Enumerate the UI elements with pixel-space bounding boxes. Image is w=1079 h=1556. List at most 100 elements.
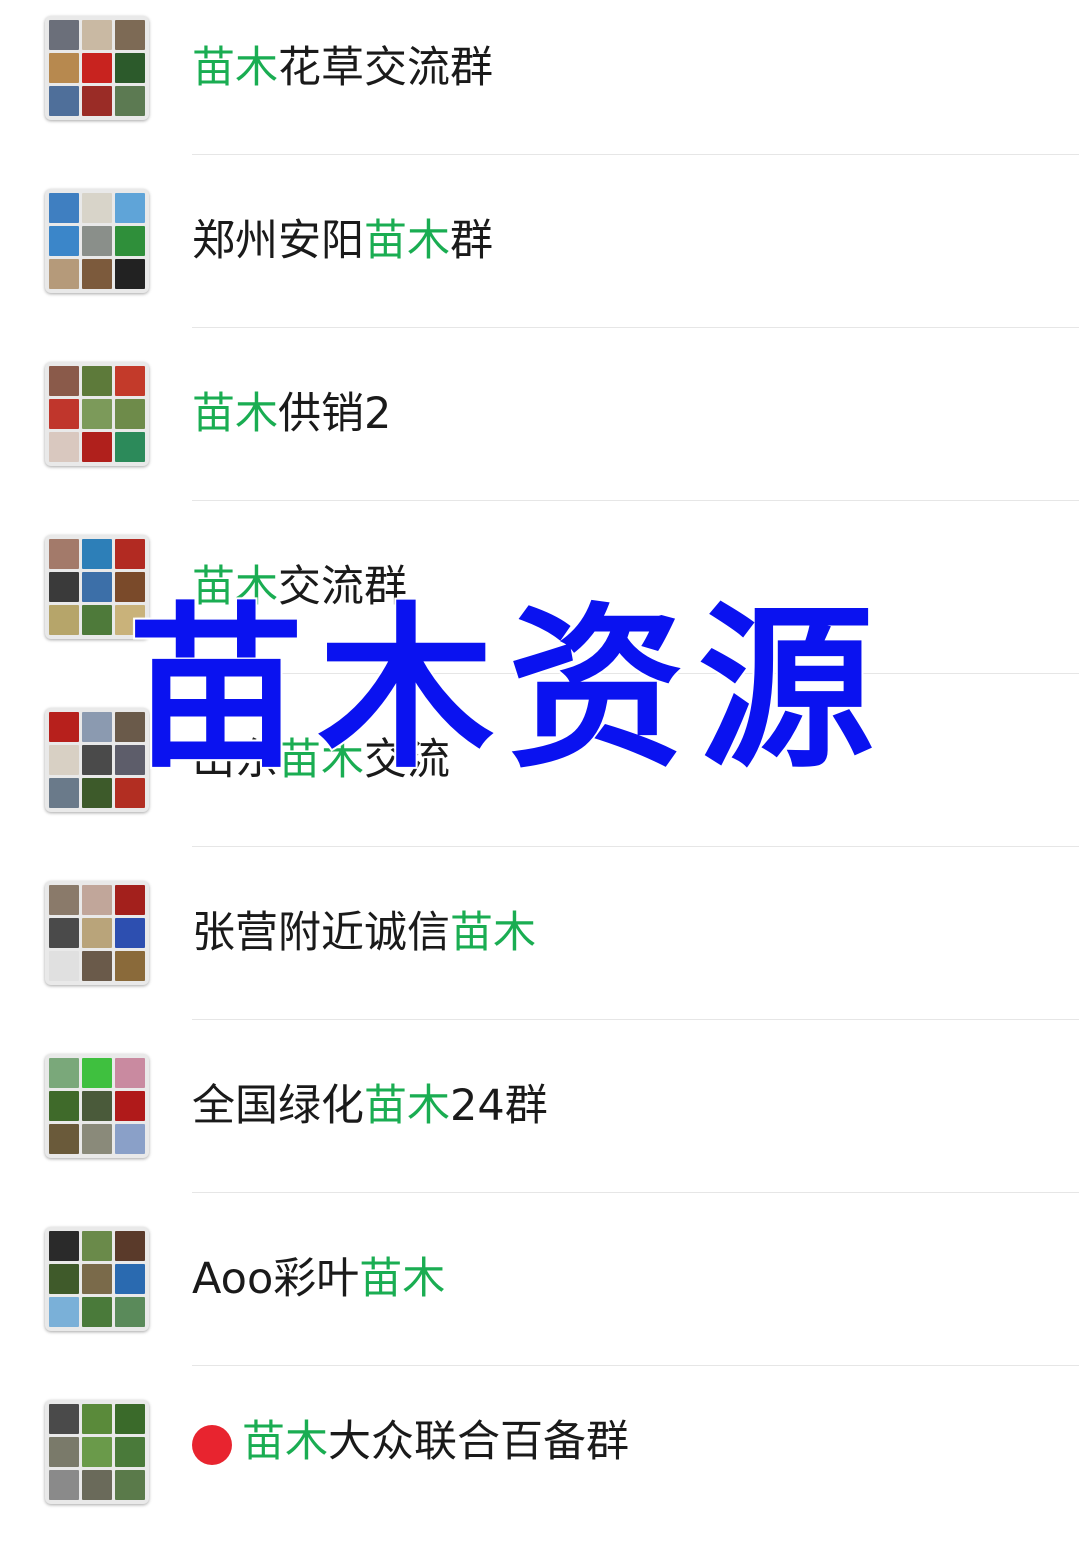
chat-row[interactable]: 张营附近诚信苗木 [0,865,1079,1037]
member-thumbnail [82,259,112,289]
member-thumbnail [82,572,112,602]
member-thumbnail [82,86,112,116]
member-thumbnail [49,1437,79,1467]
group-avatar [45,362,149,466]
member-thumbnail [49,1091,79,1121]
divider [192,327,1079,328]
member-thumbnail [49,1297,79,1327]
group-avatar [45,1227,149,1331]
member-thumbnail [115,918,145,948]
member-thumbnail [82,778,112,808]
member-thumbnail [82,1437,112,1467]
member-thumbnail [115,86,145,116]
member-thumbnail [82,712,112,742]
watermark-title: 苗木资源 [126,585,889,794]
member-thumbnail [49,193,79,223]
member-thumbnail [49,53,79,83]
divider [192,846,1079,847]
member-thumbnail [115,951,145,981]
chat-row[interactable]: 郑州安阳苗木群 [0,173,1079,345]
member-thumbnail [82,745,112,775]
chat-row[interactable]: 苗木供销2 [0,346,1079,518]
member-thumbnail [115,1058,145,1088]
member-thumbnail [82,1124,112,1154]
member-thumbnail [49,572,79,602]
group-name: 苗木大众联合百备群 [192,1412,629,1472]
member-thumbnail [82,539,112,569]
member-thumbnail [115,432,145,462]
group-avatar [45,1400,149,1504]
member-thumbnail [49,1404,79,1434]
member-thumbnail [82,20,112,50]
member-thumbnail [115,1437,145,1467]
divider [192,1365,1079,1366]
member-thumbnail [49,918,79,948]
member-thumbnail [49,1470,79,1500]
group-name: Aoo彩叶苗木 [192,1254,446,1304]
member-thumbnail [49,1058,79,1088]
keyword-highlight: 苗木 [450,908,536,958]
member-thumbnail [82,226,112,256]
member-thumbnail [49,226,79,256]
unread-badge [192,1424,232,1465]
divider [192,500,1079,501]
member-thumbnail [82,366,112,396]
group-name: 张营附近诚信苗木 [192,908,536,958]
group-avatar [45,881,149,985]
member-thumbnail [82,1231,112,1261]
member-thumbnail [49,539,79,569]
member-thumbnail [115,1297,145,1327]
member-thumbnail [115,1231,145,1261]
group-name: 苗木花草交流群 [192,43,493,93]
member-thumbnail [82,1091,112,1121]
member-thumbnail [115,193,145,223]
member-thumbnail [49,1231,79,1261]
chat-row[interactable]: 苗木大众联合百备群 [0,1384,1079,1556]
member-thumbnail [49,20,79,50]
member-thumbnail [115,399,145,429]
member-thumbnail [82,1470,112,1500]
member-thumbnail [115,259,145,289]
member-thumbnail [115,366,145,396]
member-thumbnail [82,1264,112,1294]
divider [192,1192,1079,1193]
chat-row[interactable]: 苗木花草交流群 [0,0,1079,172]
keyword-highlight: 苗木 [242,1417,328,1467]
member-thumbnail [115,539,145,569]
member-thumbnail [49,745,79,775]
keyword-highlight: 苗木 [364,216,450,266]
group-name: 郑州安阳苗木群 [192,216,493,266]
member-thumbnail [82,53,112,83]
group-avatar [45,1054,149,1158]
member-thumbnail [49,259,79,289]
keyword-highlight: 苗木 [364,1081,450,1131]
member-thumbnail [115,1091,145,1121]
member-thumbnail [49,1264,79,1294]
member-thumbnail [115,1404,145,1434]
keyword-highlight: 苗木 [192,43,278,93]
member-thumbnail [49,951,79,981]
member-thumbnail [82,193,112,223]
member-thumbnail [115,20,145,50]
member-thumbnail [82,951,112,981]
member-thumbnail [115,1264,145,1294]
member-thumbnail [82,918,112,948]
chat-row[interactable]: 全国绿化苗木24群 [0,1038,1079,1210]
member-thumbnail [49,605,79,635]
keyword-highlight: 苗木 [192,389,278,439]
member-thumbnail [115,1470,145,1500]
member-thumbnail [115,1124,145,1154]
member-thumbnail [82,1058,112,1088]
divider [192,1019,1079,1020]
member-thumbnail [49,885,79,915]
member-thumbnail [49,712,79,742]
keyword-highlight: 苗木 [359,1254,446,1304]
group-avatar [45,189,149,293]
member-thumbnail [115,226,145,256]
member-thumbnail [49,366,79,396]
member-thumbnail [115,885,145,915]
member-thumbnail [82,1297,112,1327]
member-thumbnail [82,605,112,635]
member-thumbnail [82,399,112,429]
chat-row[interactable]: Aoo彩叶苗木 [0,1211,1079,1383]
